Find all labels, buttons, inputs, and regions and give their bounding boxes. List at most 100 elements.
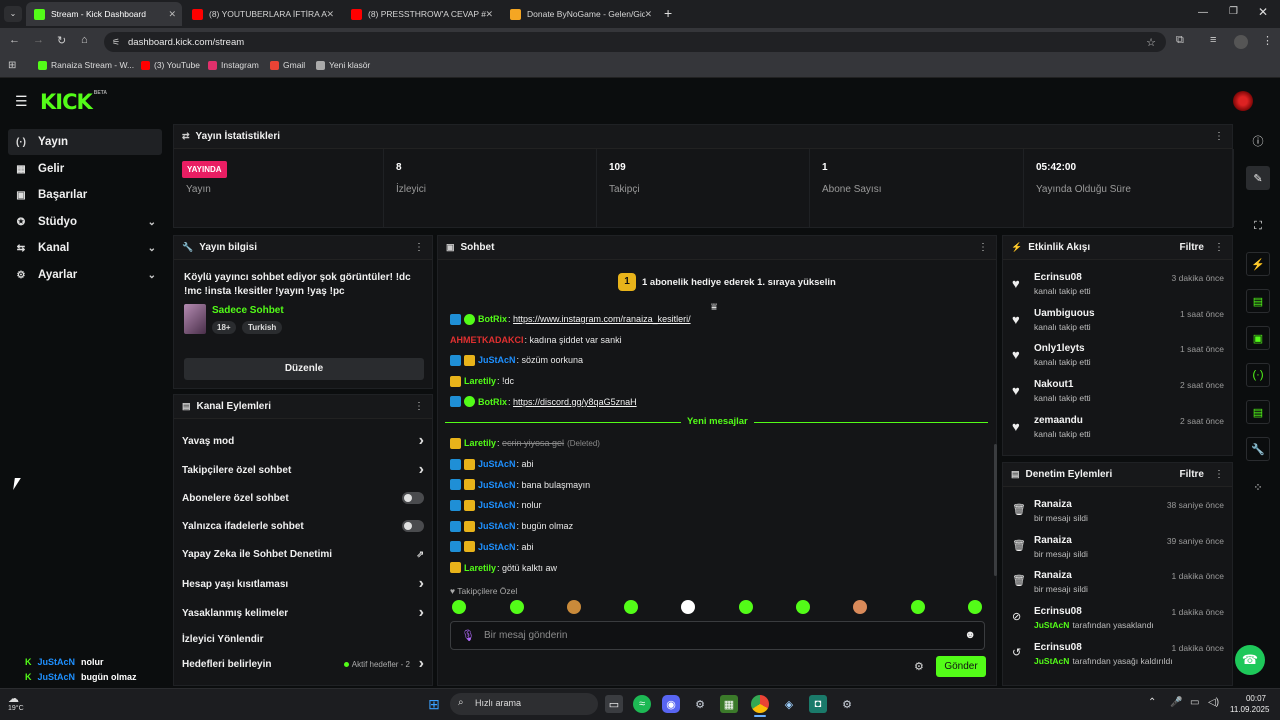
info-icon[interactable]: ⓘ <box>1246 129 1270 153</box>
emote-icon[interactable] <box>452 600 466 614</box>
kick-app-icon[interactable]: ◘ <box>809 695 827 713</box>
forward-icon[interactable]: → <box>33 34 44 46</box>
browser-tab[interactable]: Stream - Kick Dashboard ✕ <box>26 2 182 26</box>
channel-action-item[interactable]: Yavaş mod › <box>182 427 424 455</box>
chrome-icon[interactable] <box>751 695 769 713</box>
chat-username[interactable]: Laretily <box>464 438 496 448</box>
kick-logo[interactable]: KICK BETA <box>40 90 107 114</box>
channel-action-item[interactable]: Yapay Zeka ile Sohbet Denetimi ⇗ <box>182 540 424 568</box>
emote-icon[interactable] <box>681 600 695 614</box>
toggle-switch[interactable] <box>402 520 424 532</box>
mod-action-username[interactable]: Ranaiza <box>1034 535 1072 546</box>
bookmark-item[interactable]: Ranaiza Stream - W... <box>38 60 134 70</box>
emote-icon[interactable] <box>739 600 753 614</box>
chat-username[interactable]: BotRix <box>478 397 507 407</box>
volume-tray-icon[interactable]: ◁) <box>1208 697 1219 708</box>
mod-action-username[interactable]: Ecrinsu08 <box>1034 642 1082 653</box>
category-name[interactable]: Sadece Sohbet <box>212 305 284 316</box>
bookmark-item[interactable]: Instagram <box>208 60 259 70</box>
channel-action-item[interactable]: İzleyici Yönlendir <box>182 625 424 653</box>
display-tray-icon[interactable]: ▭ <box>1190 697 1199 708</box>
activity-username[interactable]: zemaandu <box>1034 415 1083 426</box>
steam-app-icon[interactable]: ⚙ <box>838 695 856 713</box>
channel-action-item[interactable]: Hedefleri belirleyin › Aktif hedefler - 2 <box>182 650 424 678</box>
windows-start-icon[interactable]: ⊞ <box>425 695 443 713</box>
menu-icon[interactable]: ⋮ <box>1262 34 1273 47</box>
browser-tab[interactable]: (8) YOUTUBERLARA İFTİRA ATA ✕ <box>184 2 340 26</box>
gift-sub-banner[interactable]: 1 abonelik hediye ederek 1. sıraya yükse… <box>642 277 836 288</box>
profile-avatar[interactable] <box>1234 35 1248 49</box>
sidebar-item-başarılar[interactable]: ▣ Başarılar <box>8 182 162 208</box>
chat-username[interactable]: Laretily <box>464 563 496 573</box>
tag-language[interactable]: Turkish <box>242 321 283 334</box>
mic-icon[interactable]: 🎙 <box>461 629 475 642</box>
home-icon[interactable]: ⌂ <box>81 34 88 46</box>
bookmark-star-icon[interactable]: ☆ <box>1146 36 1156 49</box>
spotify-icon[interactable]: ≈ <box>633 695 651 713</box>
media-icon[interactable]: ≡ <box>1210 34 1216 46</box>
emote-icon[interactable] <box>853 600 867 614</box>
activity-username[interactable]: Nakout1 <box>1034 379 1073 390</box>
broadcast-icon[interactable]: (·) <box>1246 363 1270 387</box>
apps-grid-icon[interactable]: ⊞ <box>8 60 16 71</box>
tag-18plus[interactable]: 18+ <box>212 321 236 334</box>
stats-more-icon[interactable]: ⋮ <box>1214 131 1224 142</box>
quick-actions-icon[interactable]: ⚡ <box>1246 252 1270 276</box>
mod-action-username[interactable]: Ecrinsu08 <box>1034 606 1082 617</box>
activity-username[interactable]: Ecrinsu08 <box>1034 272 1082 283</box>
support-button[interactable]: ☎ <box>1235 645 1265 675</box>
mod-action-username[interactable]: Ranaiza <box>1034 570 1072 581</box>
sidebar-item-stüdyo[interactable]: ✪ Stüdyo ⌄ <box>8 209 162 235</box>
channel-action-item[interactable]: Yasaklanmış kelimeler › <box>182 599 424 627</box>
emote-icon[interactable] <box>911 600 925 614</box>
emote-icon[interactable] <box>567 600 581 614</box>
edit-icon[interactable]: ✎ <box>1246 166 1270 190</box>
user-avatar[interactable] <box>1233 91 1253 111</box>
edit-stream-button[interactable]: Düzenle <box>184 358 424 380</box>
browser-tab[interactable]: Donate ByNoGame - Gelen/Gid ✕ <box>502 2 658 26</box>
fullscreen-icon[interactable]: ⛶ <box>1246 214 1270 238</box>
emote-icon[interactable] <box>510 600 524 614</box>
file-explorer-icon[interactable]: ▭ <box>605 695 623 713</box>
chat-popout-icon[interactable]: ▣ <box>1246 326 1270 350</box>
site-info-icon[interactable]: ⚟ <box>112 37 120 48</box>
back-icon[interactable]: ← <box>9 34 20 46</box>
reload-icon[interactable]: ↻ <box>57 34 66 47</box>
chat-link[interactable]: https://discord.gg/y8qaG5znaH <box>513 397 637 407</box>
weather-widget[interactable]: ☁ 19°C <box>6 692 36 716</box>
stream-info-more-icon[interactable]: ⋮ <box>414 242 424 253</box>
collapse-icon[interactable]: ⩸ <box>711 302 717 313</box>
taskbar-search[interactable]: ⌕ Hızlı arama <box>450 693 598 715</box>
tab-close-icon[interactable]: ✕ <box>644 9 652 20</box>
tab-search-button[interactable]: ⌄ <box>4 6 22 22</box>
channel-action-item[interactable]: Yalnızca ifadelerle sohbet <box>182 512 424 540</box>
chat-username[interactable]: JuStAcN <box>478 459 516 469</box>
discord-icon[interactable]: ◉ <box>662 695 680 713</box>
toggle-switch[interactable] <box>402 492 424 504</box>
new-tab-button[interactable]: + <box>664 5 672 21</box>
chat-link[interactable]: https://www.instagram.com/ranaiza_kesitl… <box>513 314 691 324</box>
tab-close-icon[interactable]: ✕ <box>168 9 176 20</box>
minimize-button[interactable]: — <box>1198 7 1208 18</box>
channel-action-item[interactable]: Hesap yaşı kısıtlaması › <box>182 570 424 598</box>
activity-username[interactable]: Uambiguous <box>1034 308 1095 319</box>
emote-icon[interactable] <box>624 600 638 614</box>
extensions-icon[interactable]: ⧉ <box>1176 34 1184 47</box>
sidebar-item-gelir[interactable]: ▦ Gelir <box>8 156 162 182</box>
sidebar-item-kanal[interactable]: ⇆ Kanal ⌄ <box>8 235 162 261</box>
channel-actions-more-icon[interactable]: ⋮ <box>414 401 424 412</box>
tray-chevron-icon[interactable]: ⌃ <box>1148 697 1156 708</box>
scrollbar[interactable] <box>994 444 997 576</box>
emoji-icon[interactable]: ☻ <box>964 629 976 641</box>
mod-actor[interactable]: JuStAcN <box>1034 620 1069 630</box>
chat-settings-icon[interactable]: ⚙ <box>914 660 924 673</box>
taskbar-clock[interactable]: 00:07 11.09.2025 <box>1230 693 1269 715</box>
tools-icon[interactable]: 🔧 <box>1246 437 1270 461</box>
chat-username[interactable]: JuStAcN <box>478 542 516 552</box>
mod-action-username[interactable]: Ranaiza <box>1034 499 1072 510</box>
mod-filter-button[interactable]: Filtre <box>1180 469 1204 480</box>
chat-username[interactable]: JuStAcN <box>478 500 516 510</box>
notes-icon[interactable]: ▤ <box>1246 289 1270 313</box>
channel-action-item[interactable]: Abonelere özel sohbet <box>182 484 424 512</box>
send-button[interactable]: Gönder <box>936 656 986 677</box>
